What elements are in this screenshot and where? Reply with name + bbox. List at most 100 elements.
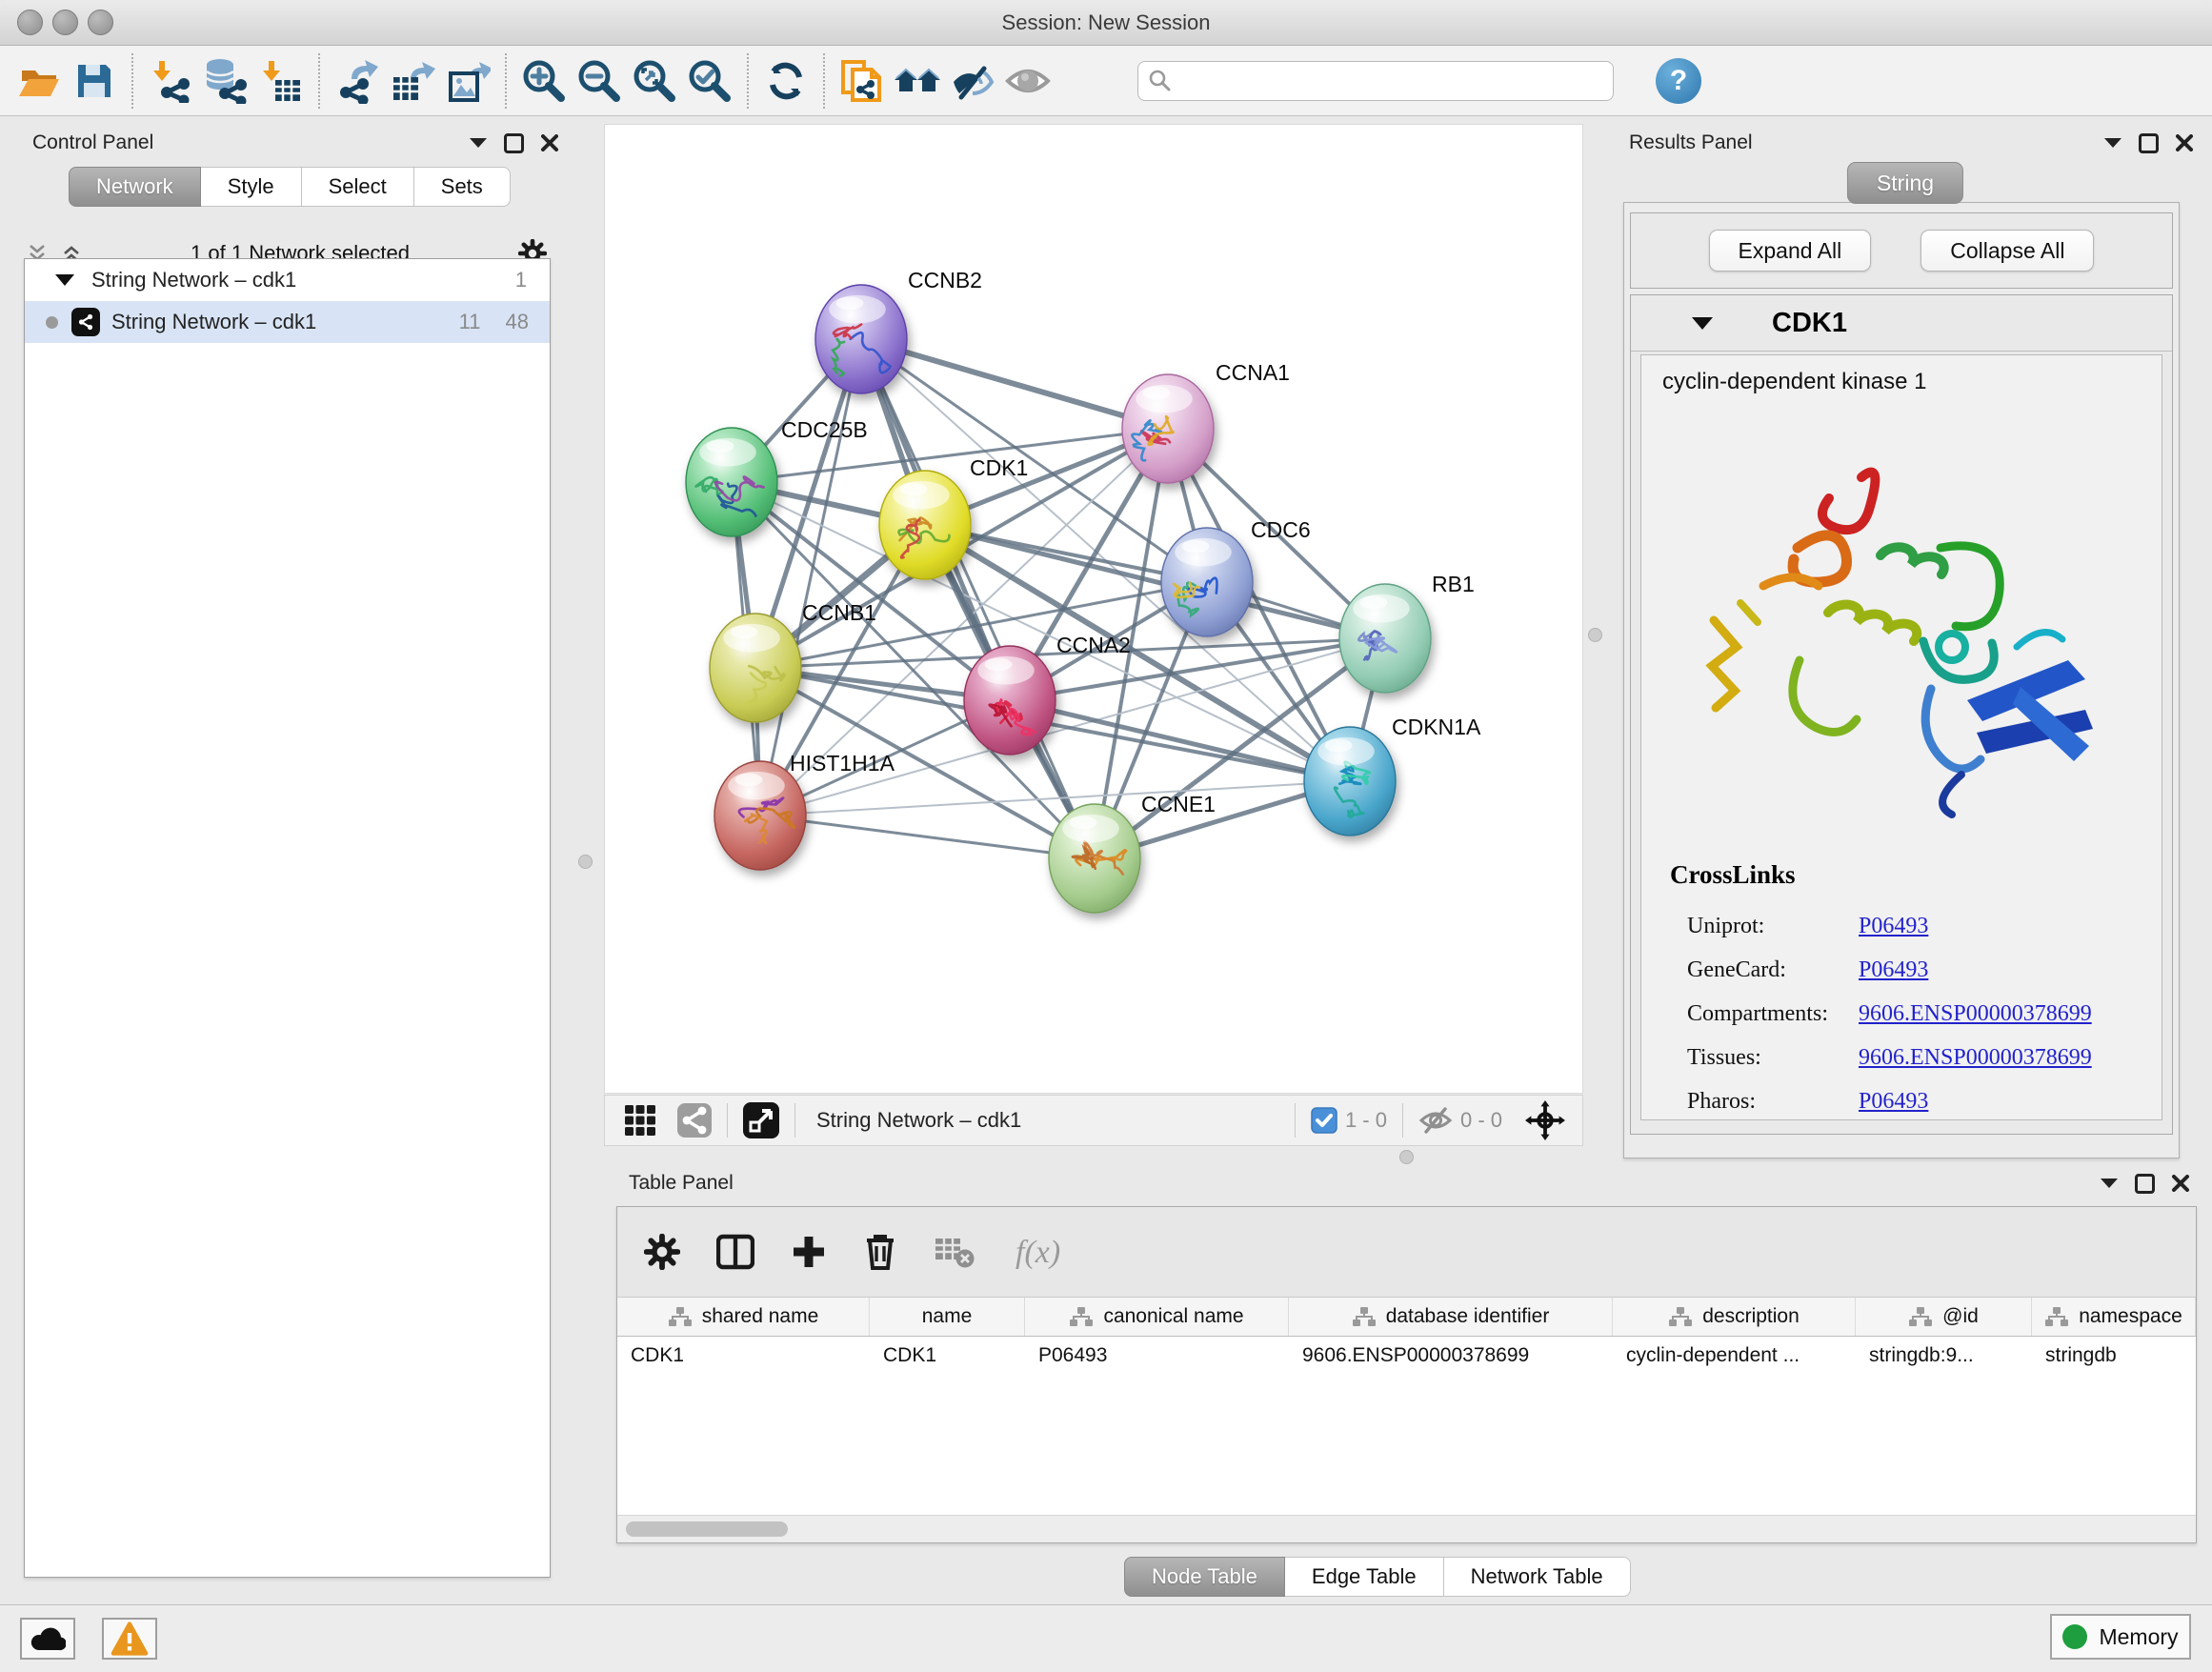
- node-label-CCNA2: CCNA2: [1056, 633, 1131, 657]
- cloud-status-button[interactable]: [20, 1618, 75, 1660]
- network-canvas[interactable]: CCNB2CCNA1CDC25BCDK1CDC6RB1CCNB1CCNA2CDK…: [604, 124, 1583, 1094]
- memory-button[interactable]: Memory: [2050, 1614, 2191, 1660]
- tab-edge-table[interactable]: Edge Table: [1285, 1557, 1444, 1597]
- close-panel-icon[interactable]: [2176, 134, 2193, 151]
- close-panel-icon[interactable]: [2172, 1175, 2189, 1192]
- zoom-selected-button[interactable]: [682, 52, 737, 110]
- show-grid-button[interactable]: [624, 1104, 656, 1137]
- close-panel-icon[interactable]: [541, 134, 558, 151]
- export-image-button[interactable]: [440, 52, 495, 110]
- show-all-button[interactable]: [1000, 52, 1056, 110]
- float-panel-icon[interactable]: [504, 133, 524, 153]
- float-panel-icon[interactable]: [2139, 133, 2159, 153]
- add-column-icon[interactable]: [791, 1234, 827, 1270]
- table-panel-title: Table Panel: [629, 1172, 734, 1195]
- network-node-CDK1[interactable]: CDK1: [879, 455, 1028, 579]
- column-header-description[interactable]: description: [1613, 1298, 1856, 1336]
- import-network-from-database-button[interactable]: [198, 52, 253, 110]
- control-panel-title: Control Panel: [32, 131, 153, 154]
- results-panel-title: Results Panel: [1629, 131, 1753, 154]
- refresh-button[interactable]: [758, 52, 814, 110]
- network-row-selected[interactable]: String Network – cdk1 11 48: [25, 301, 550, 343]
- save-session-button[interactable]: [67, 52, 122, 110]
- tab-network[interactable]: Network: [69, 167, 201, 207]
- table-options-gear-icon[interactable]: [644, 1234, 680, 1270]
- network-node-CDC6[interactable]: CDC6: [1161, 517, 1311, 636]
- column-header-shared-name[interactable]: shared name: [617, 1298, 870, 1336]
- gene-section-header[interactable]: CDK1: [1631, 295, 2172, 352]
- collapse-panel-icon[interactable]: [2101, 1178, 2118, 1188]
- gene-expand-icon[interactable]: [1692, 317, 1713, 330]
- network-node-HIST1H1A[interactable]: HIST1H1A: [714, 751, 895, 870]
- column-header-namespace[interactable]: namespace: [2032, 1298, 2196, 1336]
- table-row[interactable]: CDK1CDK1P064939606.ENSP00000378699cyclin…: [617, 1337, 2196, 1375]
- hierarchy-icon: [1352, 1306, 1377, 1327]
- import-table-button[interactable]: [253, 52, 309, 110]
- delete-column-icon[interactable]: [863, 1233, 897, 1271]
- search-input[interactable]: [1173, 64, 1603, 98]
- tab-string[interactable]: String: [1847, 162, 1963, 204]
- network-edge[interactable]: [861, 339, 1095, 858]
- hidden-items-indicator[interactable]: [1418, 1106, 1453, 1135]
- main-toolbar: ?: [0, 46, 2212, 116]
- network-edge[interactable]: [760, 339, 861, 816]
- open-session-button[interactable]: [11, 52, 67, 110]
- tab-sets[interactable]: Sets: [414, 167, 511, 207]
- tab-style[interactable]: Style: [201, 167, 302, 207]
- column-header-database-identifier[interactable]: database identifier: [1289, 1298, 1613, 1336]
- left-splitter-handle[interactable]: [578, 855, 593, 869]
- table-panel-tabs: Node TableEdge TableNetwork Table: [1124, 1557, 1631, 1597]
- collapse-panel-icon[interactable]: [470, 138, 487, 148]
- function-builder-icon[interactable]: f(x): [1012, 1231, 1078, 1273]
- view-toolbar-separator: [1402, 1103, 1403, 1138]
- crosslink-link-tissues[interactable]: 9606.ENSP00000378699: [1859, 1045, 2092, 1071]
- selected-nodes-checkbox[interactable]: [1311, 1107, 1337, 1134]
- crosslink-link-pharos[interactable]: P06493: [1859, 1089, 1928, 1115]
- export-table-button[interactable]: [385, 52, 440, 110]
- network-node-CDKN1A[interactable]: CDKN1A: [1304, 715, 1481, 836]
- crosslink-link-compartments[interactable]: 9606.ENSP00000378699: [1859, 1001, 2092, 1027]
- houses-icon: [893, 59, 942, 103]
- import-network-button[interactable]: [143, 52, 198, 110]
- export-network-button[interactable]: [330, 52, 385, 110]
- expand-all-button[interactable]: Expand All: [1709, 230, 1872, 272]
- network-collection-row[interactable]: String Network – cdk1 1: [25, 259, 550, 301]
- bottom-splitter-handle[interactable]: [1399, 1150, 1414, 1164]
- collapse-panel-icon[interactable]: [2104, 138, 2122, 148]
- show-columns-icon[interactable]: [716, 1234, 754, 1270]
- warnings-button[interactable]: [102, 1618, 157, 1660]
- network-node-CCNB2[interactable]: CCNB2: [815, 268, 982, 393]
- collection-expand-icon[interactable]: [55, 274, 74, 286]
- help-button[interactable]: ?: [1656, 58, 1701, 104]
- scrollbar-thumb[interactable]: [626, 1521, 788, 1537]
- float-panel-icon[interactable]: [2135, 1174, 2155, 1194]
- zoom-out-button[interactable]: [572, 52, 627, 110]
- network-node-CCNB1[interactable]: CCNB1: [710, 600, 876, 722]
- crosslink-link-uniprot[interactable]: P06493: [1859, 914, 1928, 939]
- memory-status-dot: [2062, 1624, 2087, 1649]
- network-node-RB1[interactable]: RB1: [1339, 572, 1475, 693]
- collapse-all-button[interactable]: Collapse All: [1920, 230, 2094, 272]
- tab-network-table[interactable]: Network Table: [1444, 1557, 1631, 1597]
- delete-table-icon[interactable]: [934, 1235, 975, 1269]
- column-header-canonical-name[interactable]: canonical name: [1025, 1298, 1289, 1336]
- string-style-button[interactable]: [677, 1103, 712, 1138]
- right-splitter-handle[interactable]: [1588, 628, 1602, 642]
- crosslink-link-genecard[interactable]: P06493: [1859, 957, 1928, 983]
- zoom-fit-button[interactable]: [627, 52, 682, 110]
- tab-select[interactable]: Select: [302, 167, 414, 207]
- network-edge[interactable]: [861, 339, 1168, 429]
- fit-selected-button[interactable]: [1525, 1100, 1565, 1140]
- network-node-CCNE1[interactable]: CCNE1: [1049, 792, 1216, 913]
- first-neighbors-button[interactable]: [890, 52, 945, 110]
- column-header-id[interactable]: @id: [1856, 1298, 2032, 1336]
- birds-eye-view-button[interactable]: [743, 1102, 779, 1138]
- network-view-toolbar: String Network – cdk1 1 - 0 0 - 0: [604, 1095, 1583, 1146]
- hide-selected-button[interactable]: [945, 52, 1000, 110]
- tab-node-table[interactable]: Node Table: [1124, 1557, 1285, 1597]
- column-header-name[interactable]: name: [870, 1298, 1025, 1336]
- network-edge[interactable]: [760, 816, 1095, 858]
- zoom-in-button[interactable]: [516, 52, 572, 110]
- toolbar-separator: [318, 53, 320, 109]
- share-document-button[interactable]: [835, 52, 890, 110]
